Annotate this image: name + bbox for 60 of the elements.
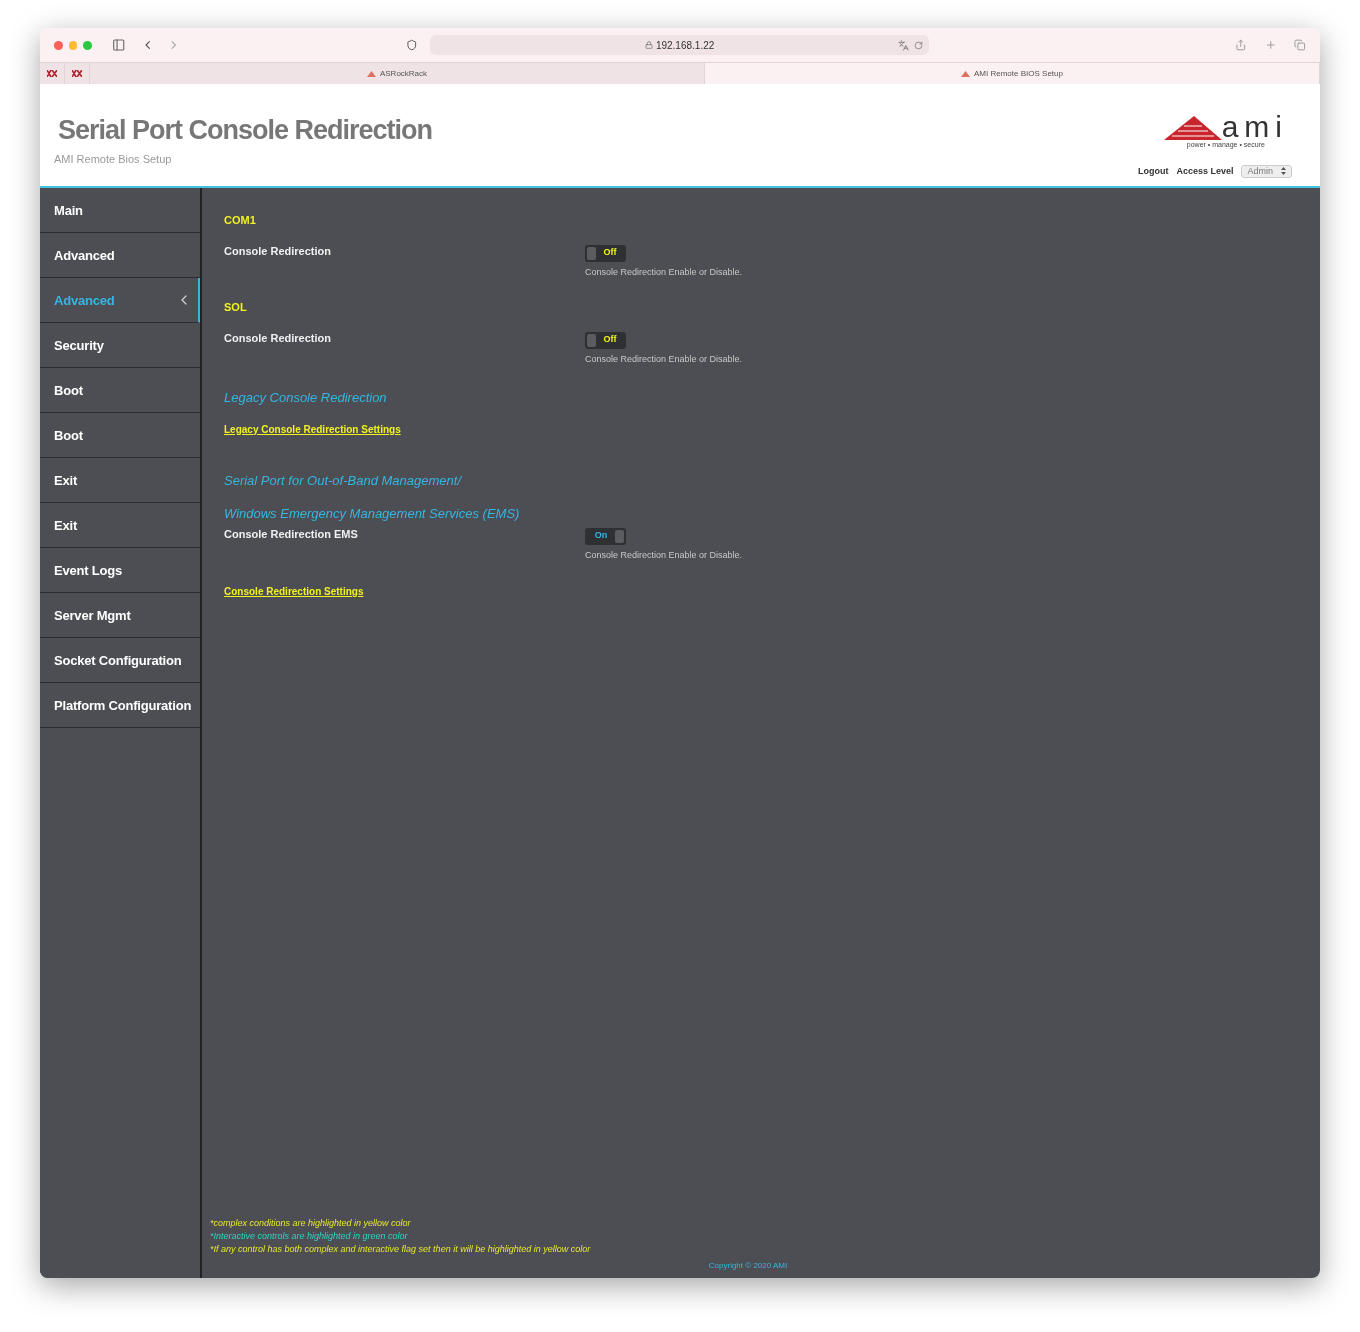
pinned-tab-icon	[47, 70, 57, 77]
page-title: Serial Port Console Redirection	[58, 114, 433, 147]
toggle-switch[interactable]: On	[585, 527, 626, 545]
sidebar-item[interactable]: Advanced	[40, 278, 200, 323]
setting-label: Console Redirection	[224, 243, 332, 259]
setting-help-text: Console Redirection Enable or Disable.	[585, 265, 743, 279]
minimize-window-icon[interactable]	[68, 40, 78, 50]
section-title: Serial Port for Out-of-Band Management/	[224, 471, 461, 490]
pinned-tab-icon	[72, 70, 82, 77]
toggle-state-label: Off	[602, 246, 618, 260]
close-window-icon[interactable]	[54, 40, 63, 50]
sidebar-item[interactable]: Security	[40, 323, 200, 368]
footer-note: *If any control has both complex and interactive flag set then it will be highlighted in yellow color	[210, 1243, 591, 1256]
page-subtitle: AMI Remote Bios Setup	[54, 151, 173, 167]
setting-help-text: Console Redirection Enable or Disable.	[585, 548, 743, 562]
access-level-select[interactable]: Admin	[1241, 164, 1292, 178]
section-title: Windows Emergency Management Services (EMS)	[224, 505, 520, 523]
logo-text: ami	[1221, 114, 1288, 140]
sidebar-item[interactable]: Event Logs	[40, 548, 200, 593]
footer-note: *Interactive controls are highlighted in green color	[210, 1230, 408, 1243]
sidebar-item[interactable]: Exit	[40, 458, 200, 503]
setting-label: Console Redirection	[224, 330, 332, 346]
favicon-icon	[961, 70, 971, 77]
group-heading: COM1	[224, 213, 256, 228]
address-bar[interactable]: 192.168.1.22	[429, 35, 930, 55]
logout-link[interactable]: Logout	[1137, 164, 1169, 178]
lock-icon	[644, 41, 653, 49]
toggle-state-label: On	[593, 529, 609, 543]
sidebar-item[interactable]: Server Mgmt	[40, 593, 200, 638]
browser-tab[interactable]: AMI Remote BIOS Setup	[705, 63, 1320, 84]
shield-icon[interactable]	[406, 39, 418, 51]
translate-icon[interactable]	[898, 39, 910, 51]
settings-link[interactable]: Console Redirection Settings	[224, 584, 364, 599]
sidebar-item[interactable]: Boot	[40, 368, 200, 413]
settings-link[interactable]: Legacy Console Redirection Settings	[224, 421, 401, 437]
favicon-icon	[366, 70, 376, 77]
toggle-switch[interactable]: Off	[585, 244, 626, 262]
maximize-window-icon[interactable]	[83, 40, 92, 50]
sidebar-item[interactable]: Main	[40, 188, 200, 233]
share-icon[interactable]	[1235, 39, 1247, 51]
sidebar-item[interactable]: Platform Configuration	[40, 683, 200, 728]
group-heading: SOL	[224, 300, 247, 315]
toggle-state-label: Off	[602, 333, 618, 347]
section-title: Legacy Console Redirection	[224, 389, 387, 407]
reload-icon[interactable]	[914, 40, 924, 50]
select-arrows-icon	[1281, 167, 1286, 176]
setting-label: Console Redirection EMS	[224, 526, 359, 542]
tabs-overview-icon[interactable]	[1294, 39, 1306, 51]
new-tab-icon[interactable]	[1264, 39, 1277, 51]
sidebar-toggle-icon[interactable]	[111, 38, 126, 52]
toggle-switch[interactable]: Off	[585, 331, 626, 349]
setting-help-text: Console Redirection Enable or Disable.	[585, 352, 743, 366]
footer-note: *complex conditions are highlighted in yellow color	[210, 1217, 411, 1230]
url-text: 192.168.1.22	[655, 38, 715, 53]
sidebar-item[interactable]: Socket Configuration	[40, 638, 200, 683]
access-level-label: Access Level	[1176, 164, 1234, 178]
copyright-text: Copyright © 2020 AMI	[708, 1260, 788, 1272]
sidebar-item[interactable]: Exit	[40, 503, 200, 548]
sidebar-item[interactable]: Advanced	[40, 233, 200, 278]
sidebar-item[interactable]: Boot	[40, 413, 200, 458]
